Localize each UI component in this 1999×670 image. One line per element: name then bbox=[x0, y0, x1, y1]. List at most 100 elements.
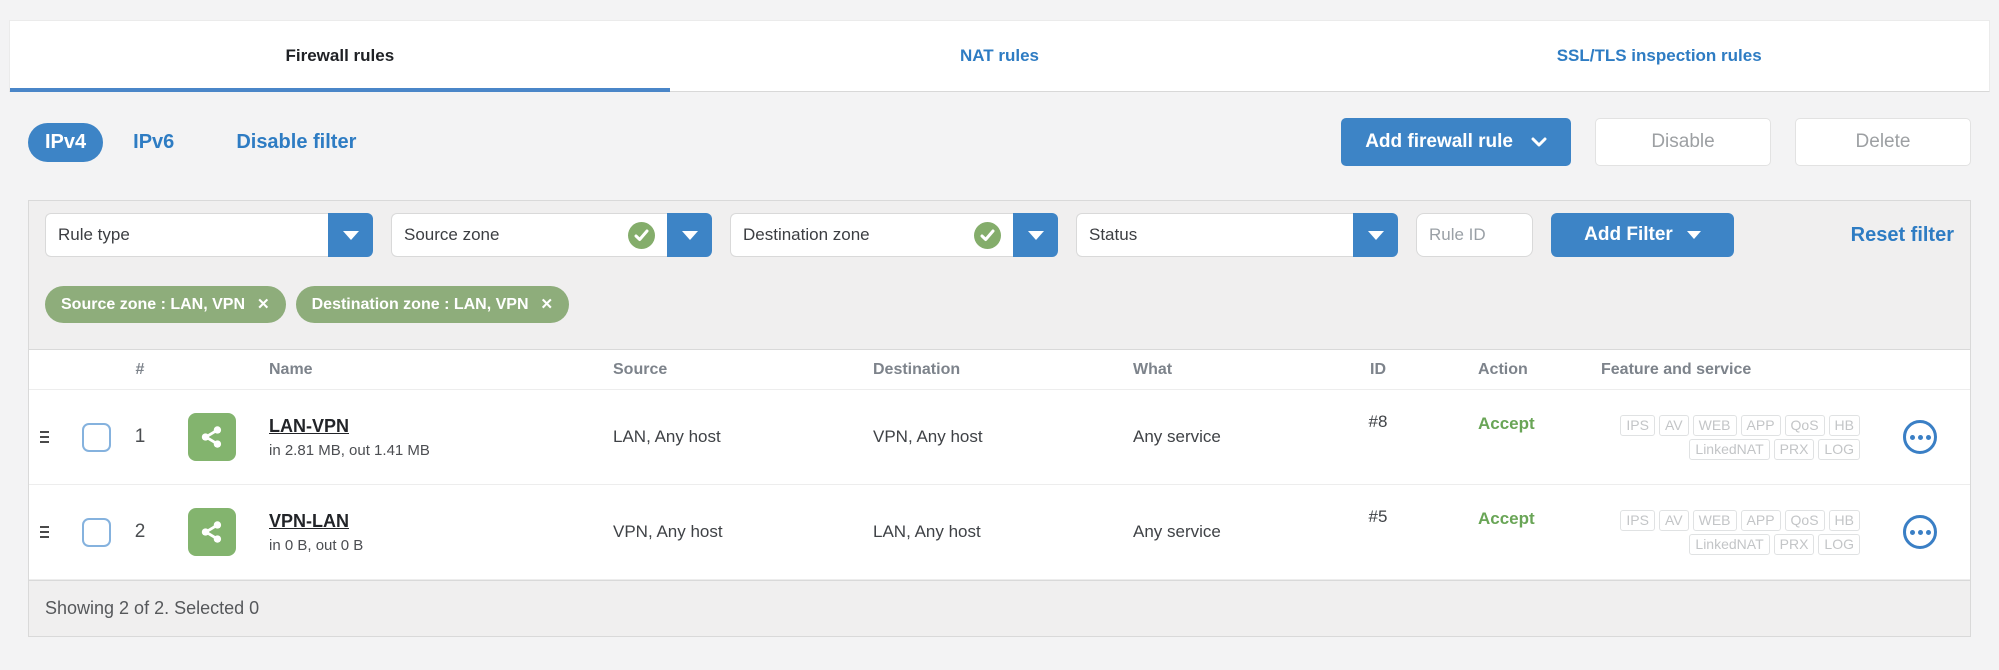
drag-handle-icon[interactable] bbox=[39, 431, 49, 443]
header-action: Action bbox=[1478, 360, 1528, 378]
filter-chip-source-zone: Source zone : LAN, VPN ✕ bbox=[45, 286, 286, 323]
actions-right: Add firewall rule Disable Delete bbox=[1341, 118, 1971, 166]
ellipsis-icon bbox=[1909, 434, 1915, 440]
rule-type-filter-label: Rule type bbox=[58, 225, 130, 244]
firewall-rules-table: # Name Source Destination What ID Action… bbox=[29, 349, 1970, 580]
badge-line: IPS AV WEB APP QoS HB bbox=[1620, 414, 1860, 436]
triangle-down-icon bbox=[342, 230, 359, 240]
header-number: # bbox=[135, 360, 145, 378]
ellipsis-icon bbox=[1925, 434, 1931, 440]
rule-what: Any service bbox=[1133, 522, 1221, 541]
badge-line: LinkedNAT PRX LOG bbox=[1689, 533, 1860, 555]
add-firewall-rule-button[interactable]: Add firewall rule bbox=[1341, 118, 1571, 166]
header-name: Name bbox=[269, 360, 313, 378]
status-filter-label-box: Status bbox=[1076, 213, 1353, 257]
row-menu-cell bbox=[1903, 515, 1937, 549]
triangle-down-icon bbox=[1367, 230, 1384, 240]
destination-zone-filter-label: Destination zone bbox=[743, 225, 870, 244]
rule-name-link[interactable]: LAN-VPN bbox=[269, 416, 349, 437]
disable-filter-link[interactable]: Disable filter bbox=[236, 131, 356, 154]
rule-name-link[interactable]: VPN-LAN bbox=[269, 511, 349, 532]
feature-badge: IPS bbox=[1620, 414, 1655, 436]
triangle-down-icon bbox=[681, 230, 698, 240]
tab-nat-rules[interactable]: NAT rules bbox=[670, 21, 1330, 91]
feature-badge: APP bbox=[1740, 509, 1781, 531]
status-filter-label: Status bbox=[1089, 225, 1138, 244]
table-row: 1 LAN-VPN in 2.81 MB, out 1.41 MB LAN, A… bbox=[29, 390, 1970, 485]
filter-row: Rule type Source zone Destination zone S… bbox=[29, 201, 1970, 257]
rule-type-filter-dropdown[interactable]: Rule type bbox=[45, 213, 373, 257]
row-number: 1 bbox=[134, 426, 146, 447]
row-checkbox[interactable] bbox=[82, 422, 111, 452]
feature-badge: LinkedNAT bbox=[1689, 438, 1770, 460]
firewall-rules-panel: Rule type Source zone Destination zone S… bbox=[28, 200, 1971, 637]
rule-type-share-icon bbox=[187, 413, 236, 461]
status-dropdown-toggle-button[interactable] bbox=[1353, 213, 1398, 257]
triangle-down-icon bbox=[1027, 230, 1044, 240]
feature-badge: APP bbox=[1740, 414, 1781, 436]
feature-badge: QoS bbox=[1784, 414, 1825, 436]
tab-ssl-tls-inspection-rules[interactable]: SSL/TLS inspection rules bbox=[1329, 21, 1989, 91]
ipv4-toggle[interactable]: IPv4 bbox=[28, 122, 104, 162]
status-filter-dropdown[interactable]: Status bbox=[1076, 213, 1398, 257]
rule-id-input[interactable] bbox=[1416, 213, 1533, 257]
rule-destination: VPN, Any host bbox=[873, 427, 983, 446]
source-zone-dropdown-toggle-button[interactable] bbox=[667, 213, 712, 257]
delete-button[interactable]: Delete bbox=[1795, 118, 1971, 166]
rule-traffic: in 0 B, out 0 B bbox=[269, 536, 364, 554]
rule-destination: LAN, Any host bbox=[873, 522, 981, 541]
destination-zone-dropdown-toggle-button[interactable] bbox=[1013, 213, 1058, 257]
drag-handle-icon[interactable] bbox=[39, 526, 49, 538]
rule-type-filter-label-box: Rule type bbox=[45, 213, 328, 257]
rule-name-cell: LAN-VPN in 2.81 MB, out 1.41 MB bbox=[254, 416, 598, 459]
badge-line: IPS AV WEB APP QoS HB bbox=[1620, 509, 1860, 531]
row-menu-cell bbox=[1903, 420, 1937, 454]
close-icon[interactable]: ✕ bbox=[257, 297, 270, 312]
rule-type-share-icon bbox=[187, 508, 236, 556]
feature-badge: WEB bbox=[1692, 414, 1737, 436]
tab-label: SSL/TLS inspection rules bbox=[1556, 46, 1762, 65]
table-header-row: # Name Source Destination What ID Action… bbox=[29, 350, 1970, 390]
tab-bar: Firewall rules NAT rules SSL/TLS inspect… bbox=[9, 20, 1990, 92]
rule-id: #8 bbox=[1368, 412, 1388, 431]
feature-badges: IPS AV WEB APP QoS HB LinkedNAT PRX LOG bbox=[1528, 414, 1870, 460]
header-feature-and-service: Feature and service bbox=[1601, 360, 1752, 378]
close-icon[interactable]: ✕ bbox=[541, 297, 554, 312]
tab-label: NAT rules bbox=[959, 46, 1040, 65]
rule-source: LAN, Any host bbox=[613, 427, 721, 446]
disable-button[interactable]: Disable bbox=[1595, 118, 1771, 166]
rule-type-dropdown-toggle-button[interactable] bbox=[328, 213, 373, 257]
check-circle-icon bbox=[974, 221, 1001, 249]
rule-what: Any service bbox=[1133, 427, 1221, 446]
filter-chip-label: Destination zone : LAN, VPN bbox=[311, 295, 529, 313]
source-zone-filter-label: Source zone bbox=[404, 225, 500, 244]
reset-filter-link[interactable]: Reset filter bbox=[1851, 224, 1954, 247]
row-checkbox[interactable] bbox=[82, 517, 111, 547]
header-destination: Destination bbox=[873, 360, 961, 378]
source-zone-filter-dropdown[interactable]: Source zone bbox=[391, 213, 712, 257]
tab-firewall-rules[interactable]: Firewall rules bbox=[10, 21, 670, 92]
destination-zone-filter-dropdown[interactable]: Destination zone bbox=[730, 213, 1058, 257]
rule-action: Accept bbox=[1478, 414, 1535, 433]
row-menu-button[interactable] bbox=[1903, 420, 1937, 454]
ipv6-toggle[interactable]: IPv6 bbox=[133, 131, 174, 154]
active-filter-chips: Source zone : LAN, VPN ✕ Destination zon… bbox=[29, 257, 1970, 349]
row-menu-button[interactable] bbox=[1903, 515, 1937, 549]
feature-badge: AV bbox=[1658, 509, 1689, 531]
row-number: 2 bbox=[134, 521, 146, 542]
rule-name-cell: VPN-LAN in 0 B, out 0 B bbox=[254, 511, 598, 554]
feature-badge: LOG bbox=[1818, 438, 1860, 460]
ellipsis-icon bbox=[1917, 529, 1923, 535]
feature-badge: WEB bbox=[1692, 509, 1737, 531]
rule-action: Accept bbox=[1478, 509, 1535, 528]
badge-line: LinkedNAT PRX LOG bbox=[1689, 438, 1860, 460]
header-source: Source bbox=[613, 360, 668, 378]
filter-chip-destination-zone: Destination zone : LAN, VPN ✕ bbox=[295, 286, 570, 323]
feature-badges: IPS AV WEB APP QoS HB LinkedNAT PRX LOG bbox=[1528, 509, 1870, 555]
chevron-down-icon bbox=[1531, 137, 1547, 147]
check-circle-icon bbox=[628, 221, 655, 249]
ellipsis-icon bbox=[1909, 529, 1915, 535]
add-filter-button[interactable]: Add Filter bbox=[1551, 213, 1734, 257]
rule-traffic: in 2.81 MB, out 1.41 MB bbox=[269, 441, 430, 459]
header-id: ID bbox=[1370, 360, 1386, 378]
